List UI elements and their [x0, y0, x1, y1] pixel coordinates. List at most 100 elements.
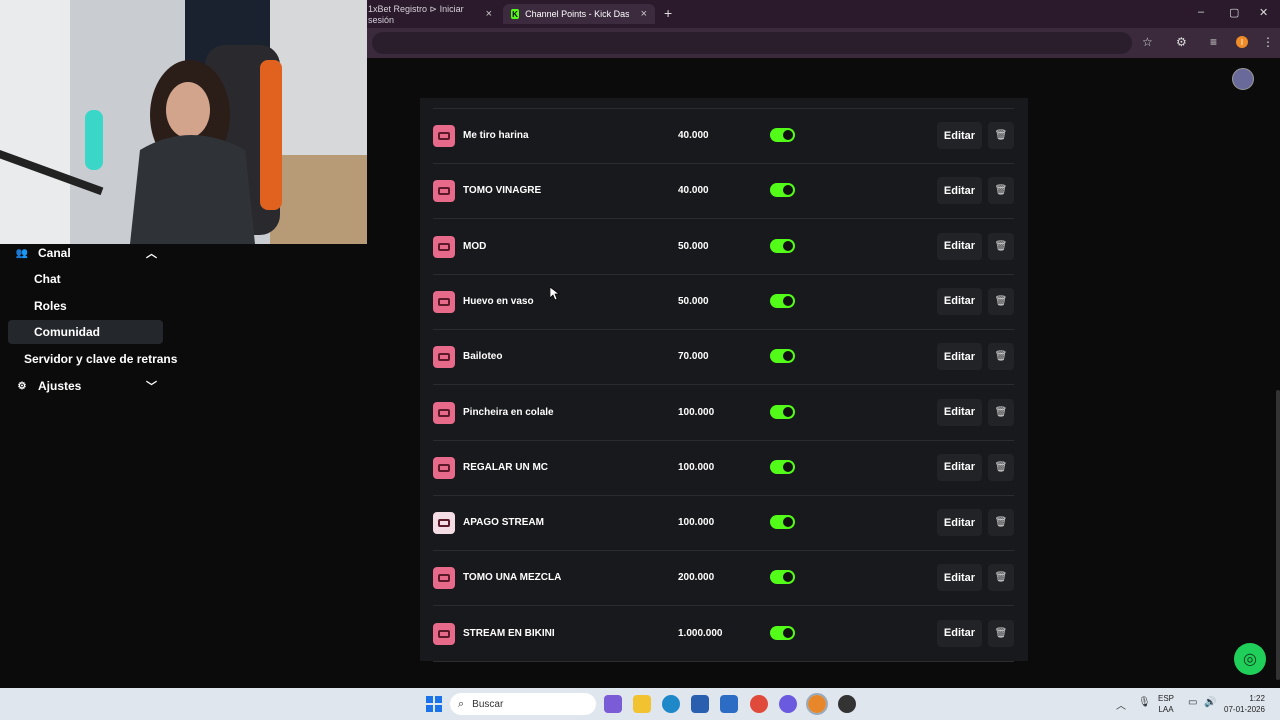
support-chat-button[interactable]: ◎ — [1234, 643, 1266, 675]
delete-button[interactable]: 🗑 — [988, 453, 1014, 481]
sidebar-item-label: Chat — [34, 272, 61, 286]
reward-enabled-toggle[interactable] — [770, 625, 795, 640]
reward-row: Pincheira en colale 100.000 Editar 🗑 — [433, 386, 1014, 441]
new-tab-button[interactable]: + — [664, 5, 672, 21]
time: 1:22 — [1249, 694, 1265, 703]
sidebar-item-comunidad[interactable]: Comunidad — [8, 320, 163, 344]
delete-button[interactable]: 🗑 — [988, 509, 1014, 537]
minimize-button[interactable]: – — [1198, 6, 1204, 18]
reward-row: TOMO UNA MEZCLA 200.000 Editar 🗑 — [433, 551, 1014, 607]
chrome-profile-icon[interactable] — [806, 693, 828, 715]
search-placeholder: Buscar — [472, 698, 504, 710]
file-explorer-icon[interactable] — [633, 695, 651, 713]
reward-cost: 70.000 — [678, 351, 709, 363]
trash-icon: 🗑 — [994, 295, 1008, 307]
delete-button[interactable]: 🗑 — [988, 122, 1014, 149]
edit-button[interactable]: Editar — [937, 343, 982, 371]
star-icon[interactable]: ☆ — [1142, 35, 1153, 49]
reward-enabled-toggle[interactable] — [770, 293, 795, 308]
tab-channel-points[interactable]: K Channel Points - Kick Dashboar × — [503, 4, 655, 24]
network-icon[interactable]: ▭ — [1188, 697, 1197, 708]
obs-icon[interactable] — [838, 695, 856, 713]
media-icon[interactable]: ≡ — [1210, 35, 1217, 49]
delete-button[interactable]: 🗑 — [988, 564, 1014, 592]
sidebar-item-label: Ajustes — [38, 379, 82, 393]
close-icon[interactable]: × — [641, 8, 647, 20]
tab-label: 1xBet Registro ⊳ Iniciar sesión — [368, 3, 464, 25]
start-icon[interactable] — [426, 696, 442, 712]
reward-cost: 100.000 — [678, 517, 715, 529]
discord-icon[interactable] — [779, 695, 797, 713]
microphone-icon[interactable]: 🎙 — [1138, 697, 1151, 708]
delete-button[interactable]: 🗑 — [988, 287, 1014, 315]
delete-button[interactable]: 🗑 — [988, 398, 1014, 426]
delete-button[interactable]: 🗑 — [988, 177, 1014, 205]
edit-button[interactable]: Editar — [937, 453, 982, 481]
reward-name: Bailoteo — [463, 351, 503, 363]
language-indicator[interactable]: ESP LAA — [1158, 693, 1174, 715]
outlook-icon[interactable] — [720, 695, 738, 713]
sidebar-item-servidor[interactable]: Servidor y clave de retrans — [8, 347, 178, 371]
copilot-app-icon[interactable] — [604, 695, 622, 713]
edit-button[interactable]: Editar — [937, 232, 982, 260]
sidebar-item-chat[interactable]: Chat — [8, 267, 163, 291]
reward-icon — [433, 456, 455, 479]
scrollbar[interactable] — [1276, 390, 1280, 680]
delete-button[interactable]: 🗑 — [988, 232, 1014, 260]
reward-enabled-toggle[interactable] — [770, 404, 795, 419]
avatar[interactable] — [1232, 68, 1254, 90]
reward-enabled-toggle[interactable] — [770, 570, 795, 585]
edit-button[interactable]: Editar — [937, 398, 982, 426]
close-window-button[interactable]: ✕ — [1259, 6, 1268, 19]
delete-button[interactable]: 🗑 — [988, 343, 1014, 371]
reward-icon — [433, 622, 455, 645]
reward-row: STREAM EN BIKINI 1.000.000 Editar 🗑 — [433, 607, 1014, 662]
trash-icon: 🗑 — [994, 517, 1008, 529]
url-input[interactable] — [372, 32, 1132, 54]
sidebar-item-ajustes[interactable]: ⚙ Ajustes ﹀ — [8, 374, 163, 398]
reward-enabled-toggle[interactable] — [770, 183, 795, 198]
tab-label: Channel Points - Kick Dashboar — [525, 9, 629, 19]
sidebar-item-canal[interactable]: 👥 Canal ︿ — [8, 241, 163, 265]
profile-icon[interactable]: I — [1236, 36, 1248, 48]
reward-enabled-toggle[interactable] — [770, 349, 795, 364]
edit-button[interactable]: Editar — [937, 509, 982, 537]
reward-enabled-toggle[interactable] — [770, 238, 795, 253]
reward-row: APAGO STREAM 100.000 Editar 🗑 — [433, 496, 1014, 552]
clock[interactable]: 1:22 07-01-2026 — [1224, 693, 1265, 715]
extensions-icon[interactable]: ⚙ — [1176, 35, 1187, 49]
menu-icon[interactable]: ⋮ — [1262, 35, 1274, 49]
maximize-button[interactable]: ▢ — [1229, 6, 1239, 19]
edit-button[interactable]: Editar — [937, 564, 982, 592]
edit-button[interactable]: Editar — [937, 122, 982, 149]
date: 07-01-2026 — [1224, 705, 1265, 714]
reward-enabled-toggle[interactable] — [770, 128, 795, 142]
delete-button[interactable]: 🗑 — [988, 619, 1014, 647]
reward-enabled-toggle[interactable] — [770, 515, 795, 530]
edit-button[interactable]: Editar — [937, 177, 982, 205]
reward-icon — [433, 567, 455, 590]
volume-icon[interactable]: 🔊 — [1204, 697, 1216, 708]
sidebar-item-label: Canal — [38, 246, 71, 260]
edge-icon[interactable] — [662, 695, 680, 713]
chevron-up-icon[interactable]: ︿ — [1116, 697, 1126, 712]
edit-button[interactable]: Editar — [937, 619, 982, 647]
reward-name: TOMO VINAGRE — [463, 185, 542, 197]
close-icon[interactable]: × — [486, 8, 492, 20]
taskbar-search[interactable]: ⌕ Buscar — [450, 693, 596, 715]
reward-row: Huevo en vaso 50.000 Editar 🗑 — [433, 275, 1014, 330]
reward-enabled-toggle[interactable] — [770, 459, 795, 474]
store-icon[interactable] — [691, 695, 709, 713]
reward-cost: 100.000 — [678, 461, 715, 473]
tab-1xbet[interactable]: 1xBet Registro ⊳ Iniciar sesión × — [360, 3, 500, 25]
chrome-icon[interactable] — [750, 695, 768, 713]
trash-icon: 🗑 — [994, 185, 1008, 197]
reward-icon — [433, 180, 455, 203]
sidebar-item-label: Servidor y clave de retrans — [24, 352, 178, 366]
mouse-cursor-icon — [550, 287, 560, 301]
sidebar-item-roles[interactable]: Roles — [8, 294, 163, 318]
sidebar-item-label: Roles — [34, 299, 67, 313]
reward-name: APAGO STREAM — [463, 517, 544, 529]
trash-icon: 🗑 — [994, 130, 1008, 141]
edit-button[interactable]: Editar — [937, 287, 982, 315]
